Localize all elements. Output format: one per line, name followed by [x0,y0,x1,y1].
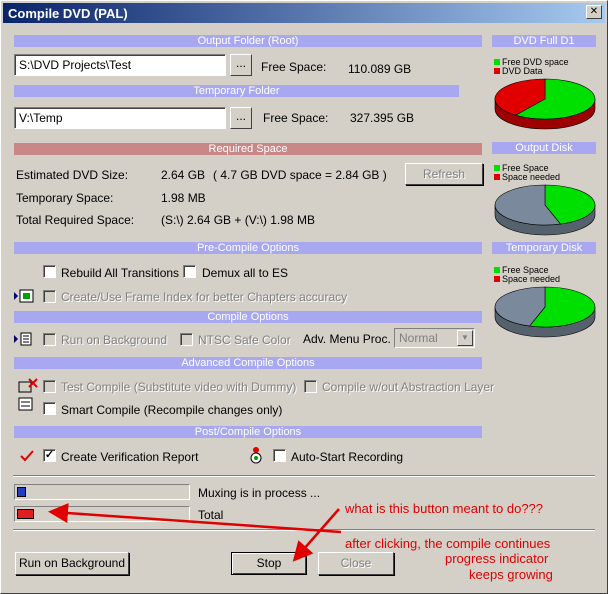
arrow-to-stop [292,508,340,562]
annotation-line-1: after clicking, the compile continues [345,536,551,551]
arrow-to-progress [48,503,342,534]
annotation-question: what is this button meant to do??? [345,501,544,516]
compile-dvd-window: Compile DVD (PAL) ✕ Output Folder (Root)… [0,0,608,594]
annotation-line-3: keeps growing [469,567,553,582]
annotation-line-2: progress indicator [445,551,549,566]
